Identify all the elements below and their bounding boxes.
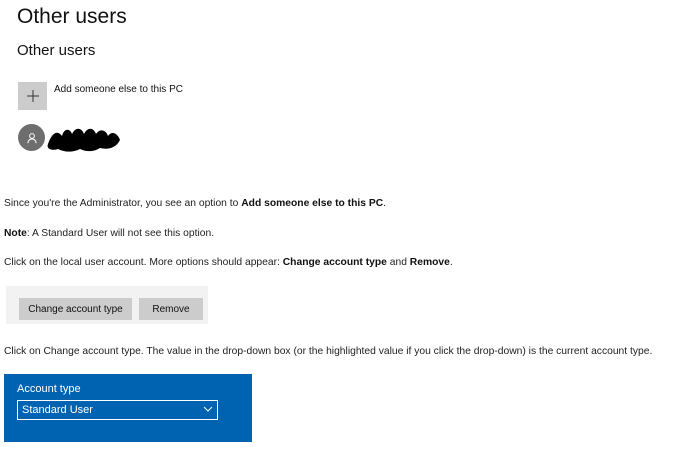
remove-button[interactable]: Remove — [139, 298, 203, 320]
chevron-down-icon — [203, 406, 213, 412]
paragraph-more-options: Click on the local user account. More op… — [4, 257, 453, 268]
redacted-username — [47, 128, 120, 152]
plus-icon — [26, 90, 39, 102]
account-type-selected-value: Standard User — [22, 404, 93, 416]
add-user-button[interactable] — [18, 82, 47, 110]
paragraph-note: Note: A Standard User will not see this … — [4, 228, 215, 239]
add-user-label[interactable]: Add someone else to this PC — [54, 84, 183, 95]
section-title: Other users — [17, 42, 96, 59]
account-type-label: Account type — [17, 383, 81, 395]
paragraph-admin-option: Since you're the Administrator, you see … — [4, 198, 387, 209]
change-account-type-button[interactable]: Change account type — [19, 298, 132, 320]
person-icon — [26, 132, 37, 143]
page: Other users Other users Add someone else… — [0, 0, 677, 450]
page-title: Other users — [17, 5, 127, 28]
paragraph-change-account-type: Click on Change account type. The value … — [4, 346, 653, 357]
account-type-dropdown[interactable]: Standard User — [17, 400, 218, 420]
avatar[interactable] — [18, 124, 45, 151]
